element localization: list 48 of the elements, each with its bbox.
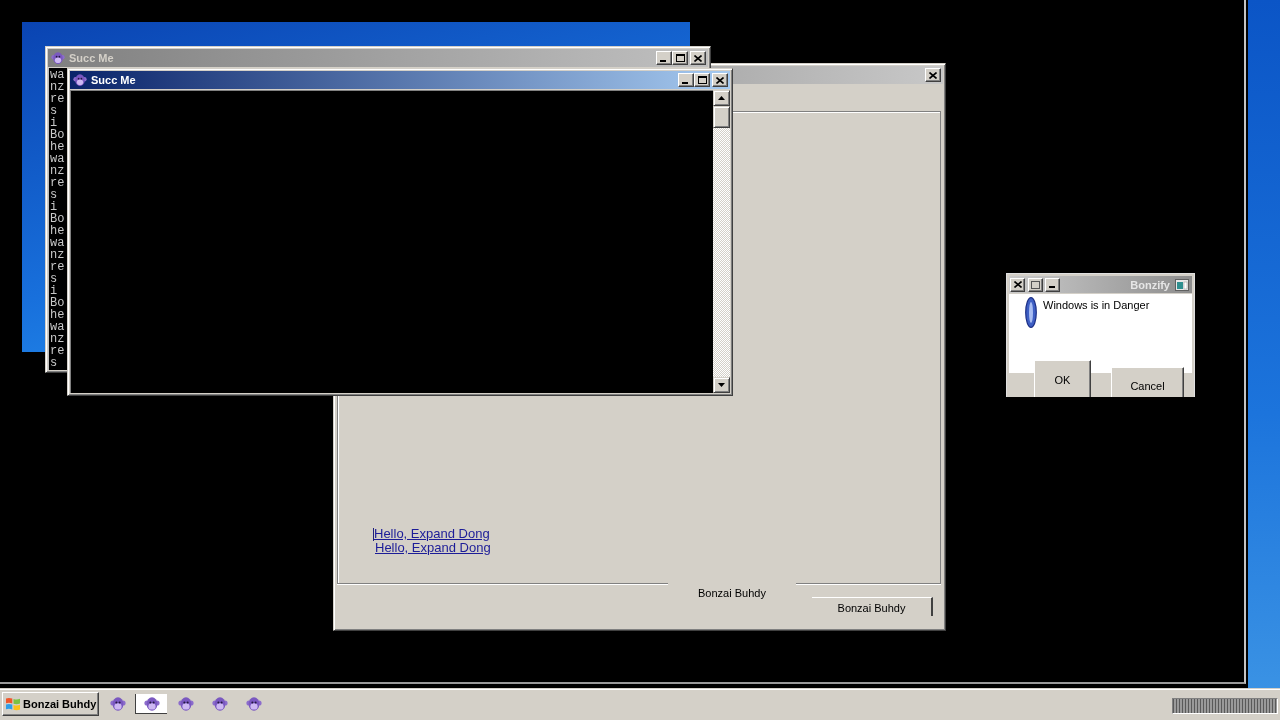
close-icon (929, 71, 937, 79)
link[interactable]: Hello, Expand Dong (375, 541, 491, 555)
monkey-icon (245, 696, 262, 711)
square-icon (1031, 280, 1040, 289)
close-button[interactable] (925, 68, 941, 82)
monkey-icon (51, 51, 65, 65)
maximize-icon (675, 54, 685, 62)
monkey-icon (109, 696, 126, 711)
scroll-up-button[interactable] (713, 90, 730, 106)
monkey-icon (211, 696, 228, 711)
flag-icon (5, 696, 21, 712)
console-output: wa nz re s i Bo he wa nz re s i Bo he wa nz re s i Bo he wa nz re s (49, 68, 65, 369)
scroll-down-button[interactable] (713, 377, 730, 393)
group-label: Bonzai Buhdy (698, 586, 766, 599)
maximize-button[interactable] (694, 73, 710, 87)
link[interactable]: Hello, Expand Dong (374, 527, 490, 541)
maximize-button[interactable] (1028, 277, 1043, 292)
monkey-icon (177, 696, 194, 711)
oval-icon (1025, 297, 1037, 328)
scroll-thumb[interactable] (713, 106, 730, 128)
dialog-button[interactable]: OK (1034, 360, 1091, 397)
close-button[interactable] (1010, 277, 1025, 292)
minimize-icon (682, 81, 688, 84)
window-title: Bonzify (1130, 278, 1170, 291)
monkey-icon (73, 73, 87, 87)
up-arrow-icon (718, 96, 725, 100)
maximize-button[interactable] (672, 51, 688, 65)
close-button[interactable] (690, 51, 706, 65)
status-panel: Bonzai Buhdy (812, 597, 933, 616)
window-title: Succ Me (69, 52, 114, 64)
minimize-icon (1048, 286, 1055, 288)
taskbar-button[interactable] (135, 694, 168, 714)
minimize-button[interactable] (1045, 277, 1060, 292)
dialog-button[interactable]: Cancel (1111, 367, 1184, 397)
close-button[interactable] (712, 73, 728, 87)
close-icon (716, 76, 724, 84)
window-icon (1175, 278, 1189, 291)
maximize-icon (697, 76, 707, 84)
message-text: Windows is in Danger (1043, 299, 1150, 312)
window-title: Succ Me (91, 74, 136, 86)
monkey-icon (143, 696, 160, 711)
close-icon (694, 54, 702, 62)
minimize-button[interactable] (656, 51, 672, 65)
minimize-button[interactable] (678, 73, 694, 87)
down-arrow-icon (718, 383, 725, 387)
close-icon (1013, 281, 1022, 288)
text-cursor-icon (373, 527, 374, 541)
start-button[interactable]: Bonzai Buhdy (2, 692, 100, 716)
